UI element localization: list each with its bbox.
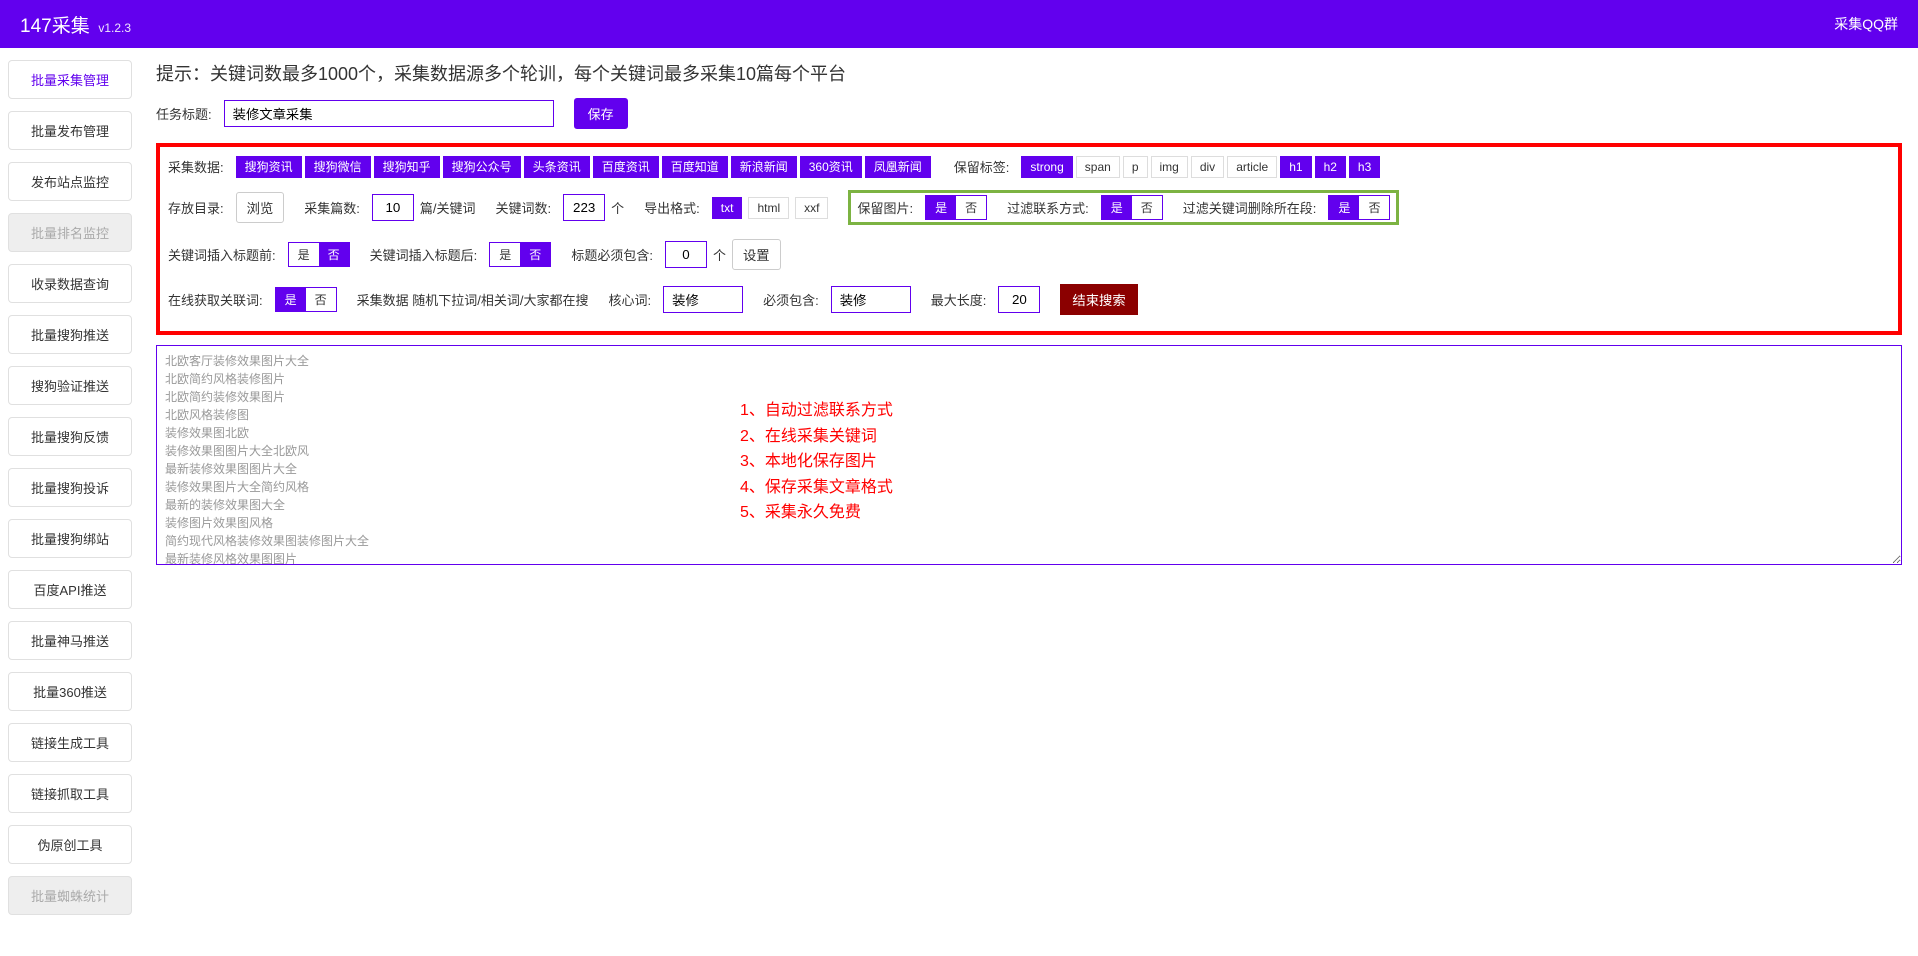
source-tag-7[interactable]: 新浪新闻 — [731, 156, 797, 178]
browse-button[interactable]: 浏览 — [236, 192, 285, 223]
hint-text: 提示：关键词数最多1000个，采集数据源多个轮训，每个关键词最多采集10篇每个平… — [156, 60, 1902, 86]
keeptag-h3[interactable]: h3 — [1349, 156, 1380, 178]
sidebar-item-7[interactable]: 批量搜狗反馈 — [8, 417, 132, 456]
keeptag-p[interactable]: p — [1123, 156, 1148, 178]
count-unit: 篇/关键词 — [420, 198, 476, 217]
sidebar-item-10[interactable]: 百度API推送 — [8, 570, 132, 609]
source-tag-0[interactable]: 搜狗资讯 — [236, 156, 302, 178]
keep-img-toggle[interactable]: 是否 — [925, 195, 987, 220]
must-unit: 个 — [713, 245, 726, 264]
insert-after-label: 关键词插入标题后: — [370, 245, 478, 264]
core-input[interactable] — [663, 286, 743, 313]
export-label: 导出格式: — [644, 198, 700, 217]
export-xxf[interactable]: xxf — [795, 197, 828, 219]
must-include-input[interactable] — [831, 286, 911, 313]
sidebar-item-11[interactable]: 批量神马推送 — [8, 621, 132, 660]
sidebar-item-4[interactable]: 收录数据查询 — [8, 264, 132, 303]
set-button[interactable]: 设置 — [732, 239, 781, 270]
app-version: v1.2.3 — [98, 21, 131, 35]
task-label: 任务标题: — [156, 104, 212, 123]
filter-kw-toggle[interactable]: 是否 — [1328, 195, 1390, 220]
source-tag-9[interactable]: 凤凰新闻 — [865, 156, 931, 178]
export-html[interactable]: html — [748, 197, 789, 219]
task-title-input[interactable] — [224, 100, 554, 127]
sidebar-item-8[interactable]: 批量搜狗投诉 — [8, 468, 132, 507]
sidebar-item-14[interactable]: 链接抓取工具 — [8, 774, 132, 813]
qq-group-link[interactable]: 采集QQ群 — [1834, 14, 1898, 34]
green-options: 保留图片: 是否 过滤联系方式: 是否 过滤关键词删除所在段: 是否 — [848, 190, 1399, 225]
online-note: 采集数据 随机下拉词/相关词/大家都在搜 — [357, 290, 589, 309]
insert-after-toggle[interactable]: 是否 — [489, 242, 551, 267]
keeptag-h1[interactable]: h1 — [1280, 156, 1311, 178]
kwcount-input[interactable] — [563, 194, 605, 221]
keeptag-span[interactable]: span — [1076, 156, 1120, 178]
sidebar-item-15[interactable]: 伪原创工具 — [8, 825, 132, 864]
keeptag-article[interactable]: article — [1227, 156, 1277, 178]
sidebar: 批量采集管理批量发布管理发布站点监控批量排名监控收录数据查询批量搜狗推送搜狗验证… — [0, 48, 140, 956]
save-button[interactable]: 保存 — [574, 98, 628, 129]
filter-contact-label: 过滤联系方式: — [1007, 198, 1089, 217]
end-search-button[interactable]: 结束搜索 — [1060, 284, 1137, 315]
source-tag-3[interactable]: 搜狗公众号 — [443, 156, 521, 178]
core-label: 核心词: — [609, 290, 652, 309]
sidebar-item-1[interactable]: 批量发布管理 — [8, 111, 132, 150]
source-tag-6[interactable]: 百度知道 — [662, 156, 728, 178]
app-title: 147采集 — [20, 16, 90, 37]
maxlen-label: 最大长度: — [931, 290, 987, 309]
keeptag-img[interactable]: img — [1151, 156, 1188, 178]
insert-before-toggle[interactable]: 是否 — [288, 242, 350, 267]
must-contain-input[interactable] — [665, 241, 707, 268]
sidebar-item-9[interactable]: 批量搜狗绑站 — [8, 519, 132, 558]
keeptag-div[interactable]: div — [1191, 156, 1224, 178]
source-tag-4[interactable]: 头条资讯 — [524, 156, 590, 178]
source-tag-8[interactable]: 360资讯 — [800, 156, 862, 178]
sidebar-item-0[interactable]: 批量采集管理 — [8, 60, 132, 99]
online-get-label: 在线获取关联词: — [168, 290, 263, 309]
filter-contact-toggle[interactable]: 是否 — [1101, 195, 1163, 220]
keeptag-h2[interactable]: h2 — [1315, 156, 1346, 178]
sidebar-item-3: 批量排名监控 — [8, 213, 132, 252]
keep-tags-label: 保留标签: — [954, 157, 1010, 176]
sidebar-item-16: 批量蜘蛛统计 — [8, 876, 132, 915]
source-tag-5[interactable]: 百度资讯 — [593, 156, 659, 178]
count-label: 采集篇数: — [304, 198, 360, 217]
count-input[interactable] — [372, 194, 414, 221]
keeptag-strong[interactable]: strong — [1021, 156, 1072, 178]
maxlen-input[interactable] — [998, 286, 1040, 313]
must-include-label: 必须包含: — [763, 290, 819, 309]
keep-img-label: 保留图片: — [857, 198, 913, 217]
kw-unit: 个 — [611, 198, 624, 217]
source-tag-2[interactable]: 搜狗知乎 — [374, 156, 440, 178]
main-content: 提示：关键词数最多1000个，采集数据源多个轮训，每个关键词最多采集10篇每个平… — [140, 48, 1918, 956]
config-panel: 采集数据: 搜狗资讯搜狗微信搜狗知乎搜狗公众号头条资讯百度资讯百度知道新浪新闻3… — [156, 143, 1902, 335]
kwcount-label: 关键词数: — [496, 198, 552, 217]
insert-before-label: 关键词插入标题前: — [168, 245, 276, 264]
online-get-toggle[interactable]: 是否 — [275, 287, 337, 312]
source-tag-1[interactable]: 搜狗微信 — [305, 156, 371, 178]
keywords-textarea[interactable] — [156, 345, 1902, 565]
sources-label: 采集数据: — [168, 157, 224, 176]
sidebar-item-2[interactable]: 发布站点监控 — [8, 162, 132, 201]
sidebar-item-6[interactable]: 搜狗验证推送 — [8, 366, 132, 405]
task-row: 任务标题: 保存 — [156, 98, 1902, 129]
dir-label: 存放目录: — [168, 198, 224, 217]
filter-kw-label: 过滤关键词删除所在段: — [1183, 198, 1317, 217]
export-txt[interactable]: txt — [712, 197, 743, 219]
sidebar-item-12[interactable]: 批量360推送 — [8, 672, 132, 711]
must-contain-label: 标题必须包含: — [571, 245, 653, 264]
sidebar-item-5[interactable]: 批量搜狗推送 — [8, 315, 132, 354]
app-header: 147采集 v1.2.3 采集QQ群 — [0, 0, 1918, 48]
sidebar-item-13[interactable]: 链接生成工具 — [8, 723, 132, 762]
header-left: 147采集 v1.2.3 — [20, 11, 131, 38]
